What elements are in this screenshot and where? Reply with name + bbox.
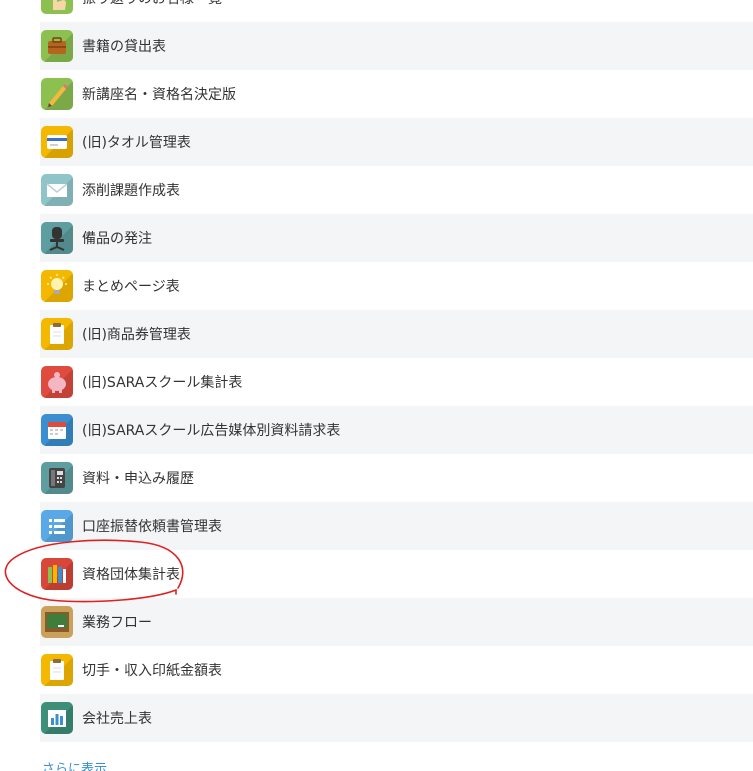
lightbulb-icon xyxy=(41,270,73,302)
app-list-item[interactable]: 資料・申込み履歴 xyxy=(40,454,753,502)
app-list-item-label: 備品の発注 xyxy=(82,231,152,247)
app-list-item-label: 新講座名・資格名決定版 xyxy=(82,87,236,103)
clipboard-icon xyxy=(41,654,73,686)
app-list-item-label: 振り返りのお名様一覧 xyxy=(82,0,222,8)
hand-icon xyxy=(41,0,73,14)
app-list-item[interactable]: 振り返りのお名様一覧 xyxy=(40,0,753,22)
app-list-item[interactable]: 新講座名・資格名決定版 xyxy=(40,70,753,118)
books-icon xyxy=(41,558,73,590)
app-list-item-label: 添削課題作成表 xyxy=(82,183,180,199)
app-list-item[interactable]: (旧)商品券管理表 xyxy=(40,310,753,358)
app-list-item[interactable]: 口座振替依頼書管理表 xyxy=(40,502,753,550)
app-list-item[interactable]: 添削課題作成表 xyxy=(40,166,753,214)
app-list-item[interactable]: (旧)タオル管理表 xyxy=(40,118,753,166)
app-list: 振り返りのお名様一覧書籍の貸出表新講座名・資格名決定版 (旧)タオル管理表添削課題… xyxy=(40,0,753,742)
envelope-icon xyxy=(41,174,73,206)
app-list-item[interactable]: まとめページ表 xyxy=(40,262,753,310)
app-list-item-label: (旧)SARAスクール集計表 xyxy=(82,375,243,391)
app-list-item-label: 会社売上表 xyxy=(82,711,152,727)
app-list-item[interactable]: 備品の発注 xyxy=(40,214,753,262)
app-list-item[interactable]: (旧)SARAスクール集計表 xyxy=(40,358,753,406)
bar-chart-icon xyxy=(41,702,73,734)
app-list-item[interactable]: 切手・収入印紙金額表 xyxy=(40,646,753,694)
credit-card-icon xyxy=(41,126,73,158)
app-list-item[interactable]: 会社売上表 xyxy=(40,694,753,742)
app-list-item-label: 業務フロー xyxy=(82,615,152,631)
phone-icon xyxy=(41,462,73,494)
app-list-item-label: (旧)商品券管理表 xyxy=(82,327,191,343)
app-list-page: 振り返りのお名様一覧書籍の貸出表新講座名・資格名決定版 (旧)タオル管理表添削課題… xyxy=(0,0,753,771)
briefcase-icon xyxy=(41,30,73,62)
app-list-item[interactable]: 業務フロー xyxy=(40,598,753,646)
chalkboard-icon xyxy=(41,606,73,638)
app-list-item-label: まとめページ表 xyxy=(82,279,180,295)
app-list-item-label: 書籍の貸出表 xyxy=(82,39,166,55)
show-more-link[interactable]: さらに表示 xyxy=(42,758,107,771)
app-list-item-label: (旧)SARAスクール広告媒体別資料請求表 xyxy=(82,423,341,439)
app-list-item-label: 切手・収入印紙金額表 xyxy=(82,663,222,679)
clipboard-icon xyxy=(41,318,73,350)
app-list-item-label: 資料・申込み履歴 xyxy=(82,471,194,487)
app-list-item-label: (旧)タオル管理表 xyxy=(82,135,191,151)
app-list-item-label: 口座振替依頼書管理表 xyxy=(82,519,222,535)
piggy-bank-icon xyxy=(41,366,73,398)
pencil-icon xyxy=(41,78,73,110)
app-list-item-label: 資格団体集計表 xyxy=(82,567,180,583)
office-chair-icon xyxy=(41,222,73,254)
list-icon xyxy=(41,510,73,542)
app-list-item[interactable]: 資格団体集計表 xyxy=(40,550,753,598)
app-list-item[interactable]: (旧)SARAスクール広告媒体別資料請求表 xyxy=(40,406,753,454)
app-list-item[interactable]: 書籍の貸出表 xyxy=(40,22,753,70)
calendar-icon xyxy=(41,414,73,446)
